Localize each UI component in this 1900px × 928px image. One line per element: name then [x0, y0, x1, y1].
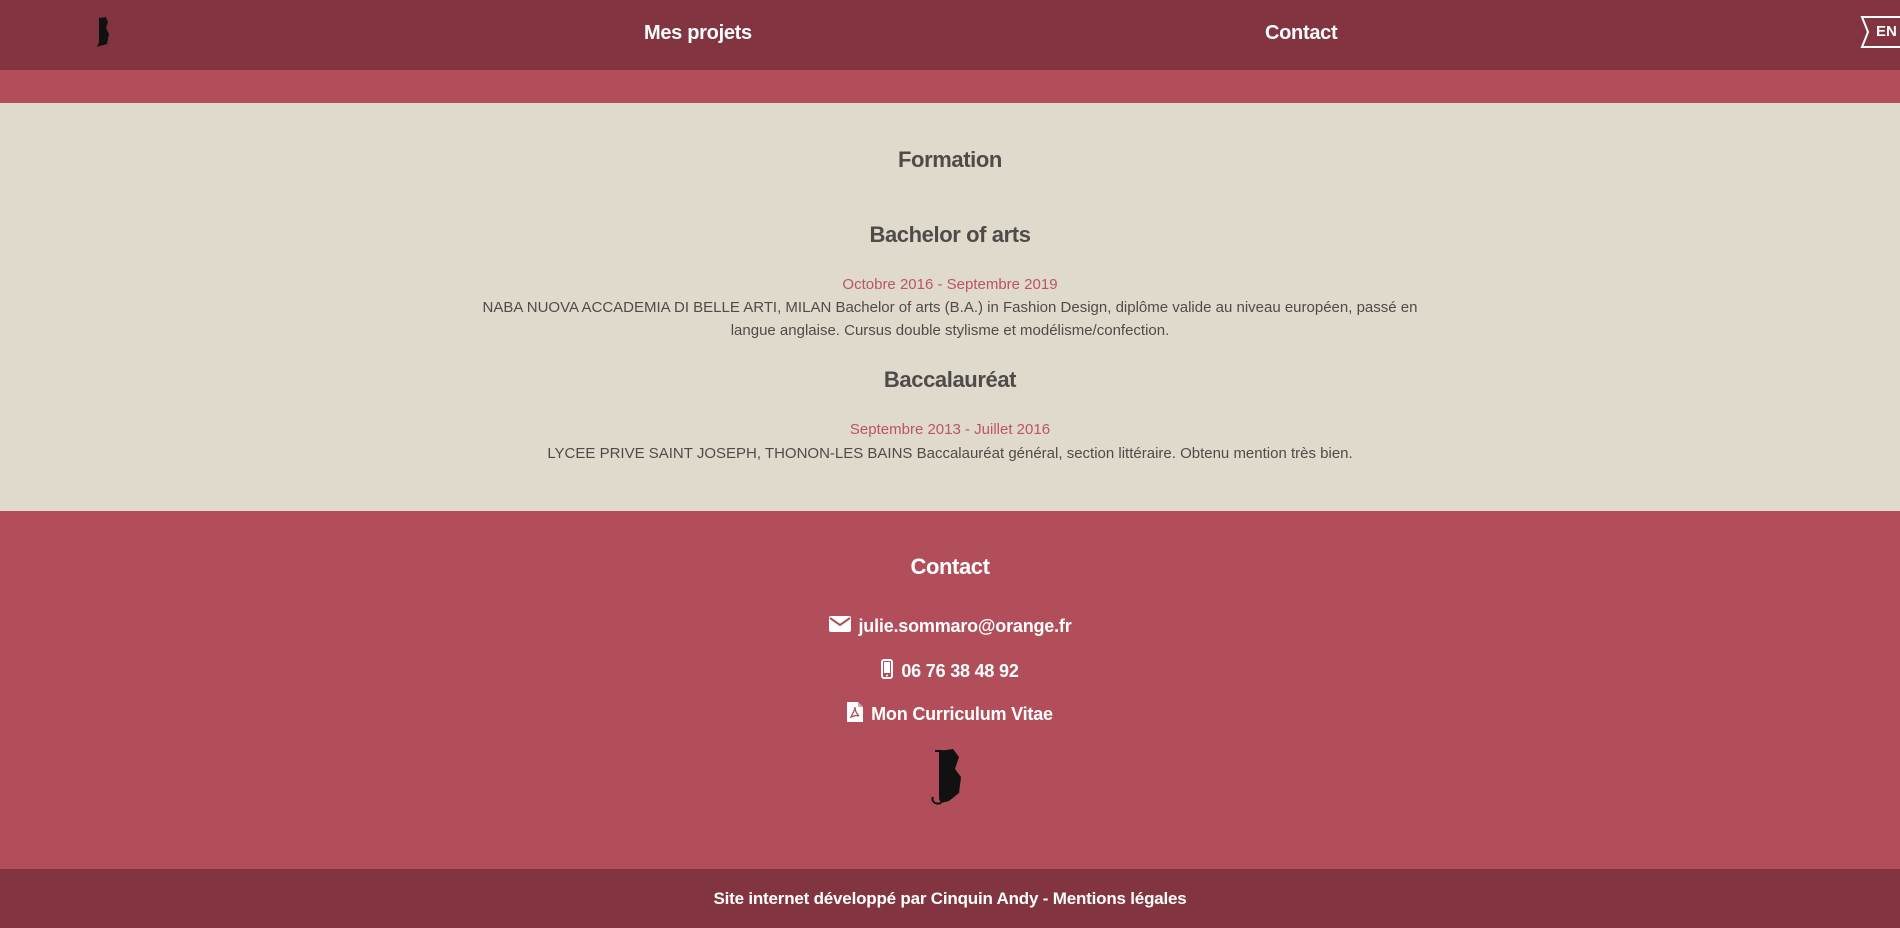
formation-entry-title: Baccalauréat [883, 367, 1017, 392]
contact-heading: Contact [910, 554, 990, 579]
formation-entry-description: NABA NUOVA ACCADEMIA DI BELLE ARTI, MILA… [482, 299, 1418, 339]
footer-credits[interactable]: Site internet développé par Cinquin Andy… [0, 889, 1900, 909]
mobile-phone-icon [881, 659, 894, 684]
site-footer: Site internet développé par Cinquin Andy… [0, 869, 1900, 928]
formation-heading: Formation [898, 147, 1002, 172]
accent-bar [0, 70, 1900, 103]
phone-link[interactable]: 06 76 38 48 92 [0, 659, 1900, 684]
cv-link[interactable]: Mon Curriculum Vitae [0, 702, 1900, 727]
formation-section: Formation Bachelor of arts Octobre 2016 … [0, 103, 1900, 511]
email-link[interactable]: julie.sommaro@orange.fr [0, 615, 1900, 637]
logo-icon[interactable] [96, 16, 110, 48]
formation-entry-date: Octobre 2016 - Septembre 2019 [842, 276, 1058, 293]
email-text: julie.sommaro@orange.fr [858, 615, 1072, 636]
formation-entry-date: Septembre 2013 - Juillet 2016 [849, 421, 1051, 438]
nav-link-contact[interactable]: Contact [1265, 22, 1338, 45]
language-switch-button[interactable]: EN [1856, 16, 1900, 48]
formation-entry-title: Bachelor of arts [869, 222, 1031, 247]
formation-entry-description: LYCEE PRIVE SAINT JOSEPH, THONON-LES BAI… [547, 445, 1353, 462]
cv-text: Mon Curriculum Vitae [871, 704, 1053, 724]
pdf-file-icon [847, 702, 864, 727]
nav-link-mes-projets[interactable]: Mes projets [644, 22, 752, 45]
phone-text: 06 76 38 48 92 [901, 661, 1019, 681]
envelope-icon [828, 615, 851, 637]
logo-icon [929, 747, 969, 809]
contact-section: Contact julie.sommaro@orange.fr 06 76 38… [0, 511, 1900, 869]
language-label: EN [1876, 23, 1897, 40]
top-navbar: Mes projets Contact EN [0, 0, 1900, 70]
